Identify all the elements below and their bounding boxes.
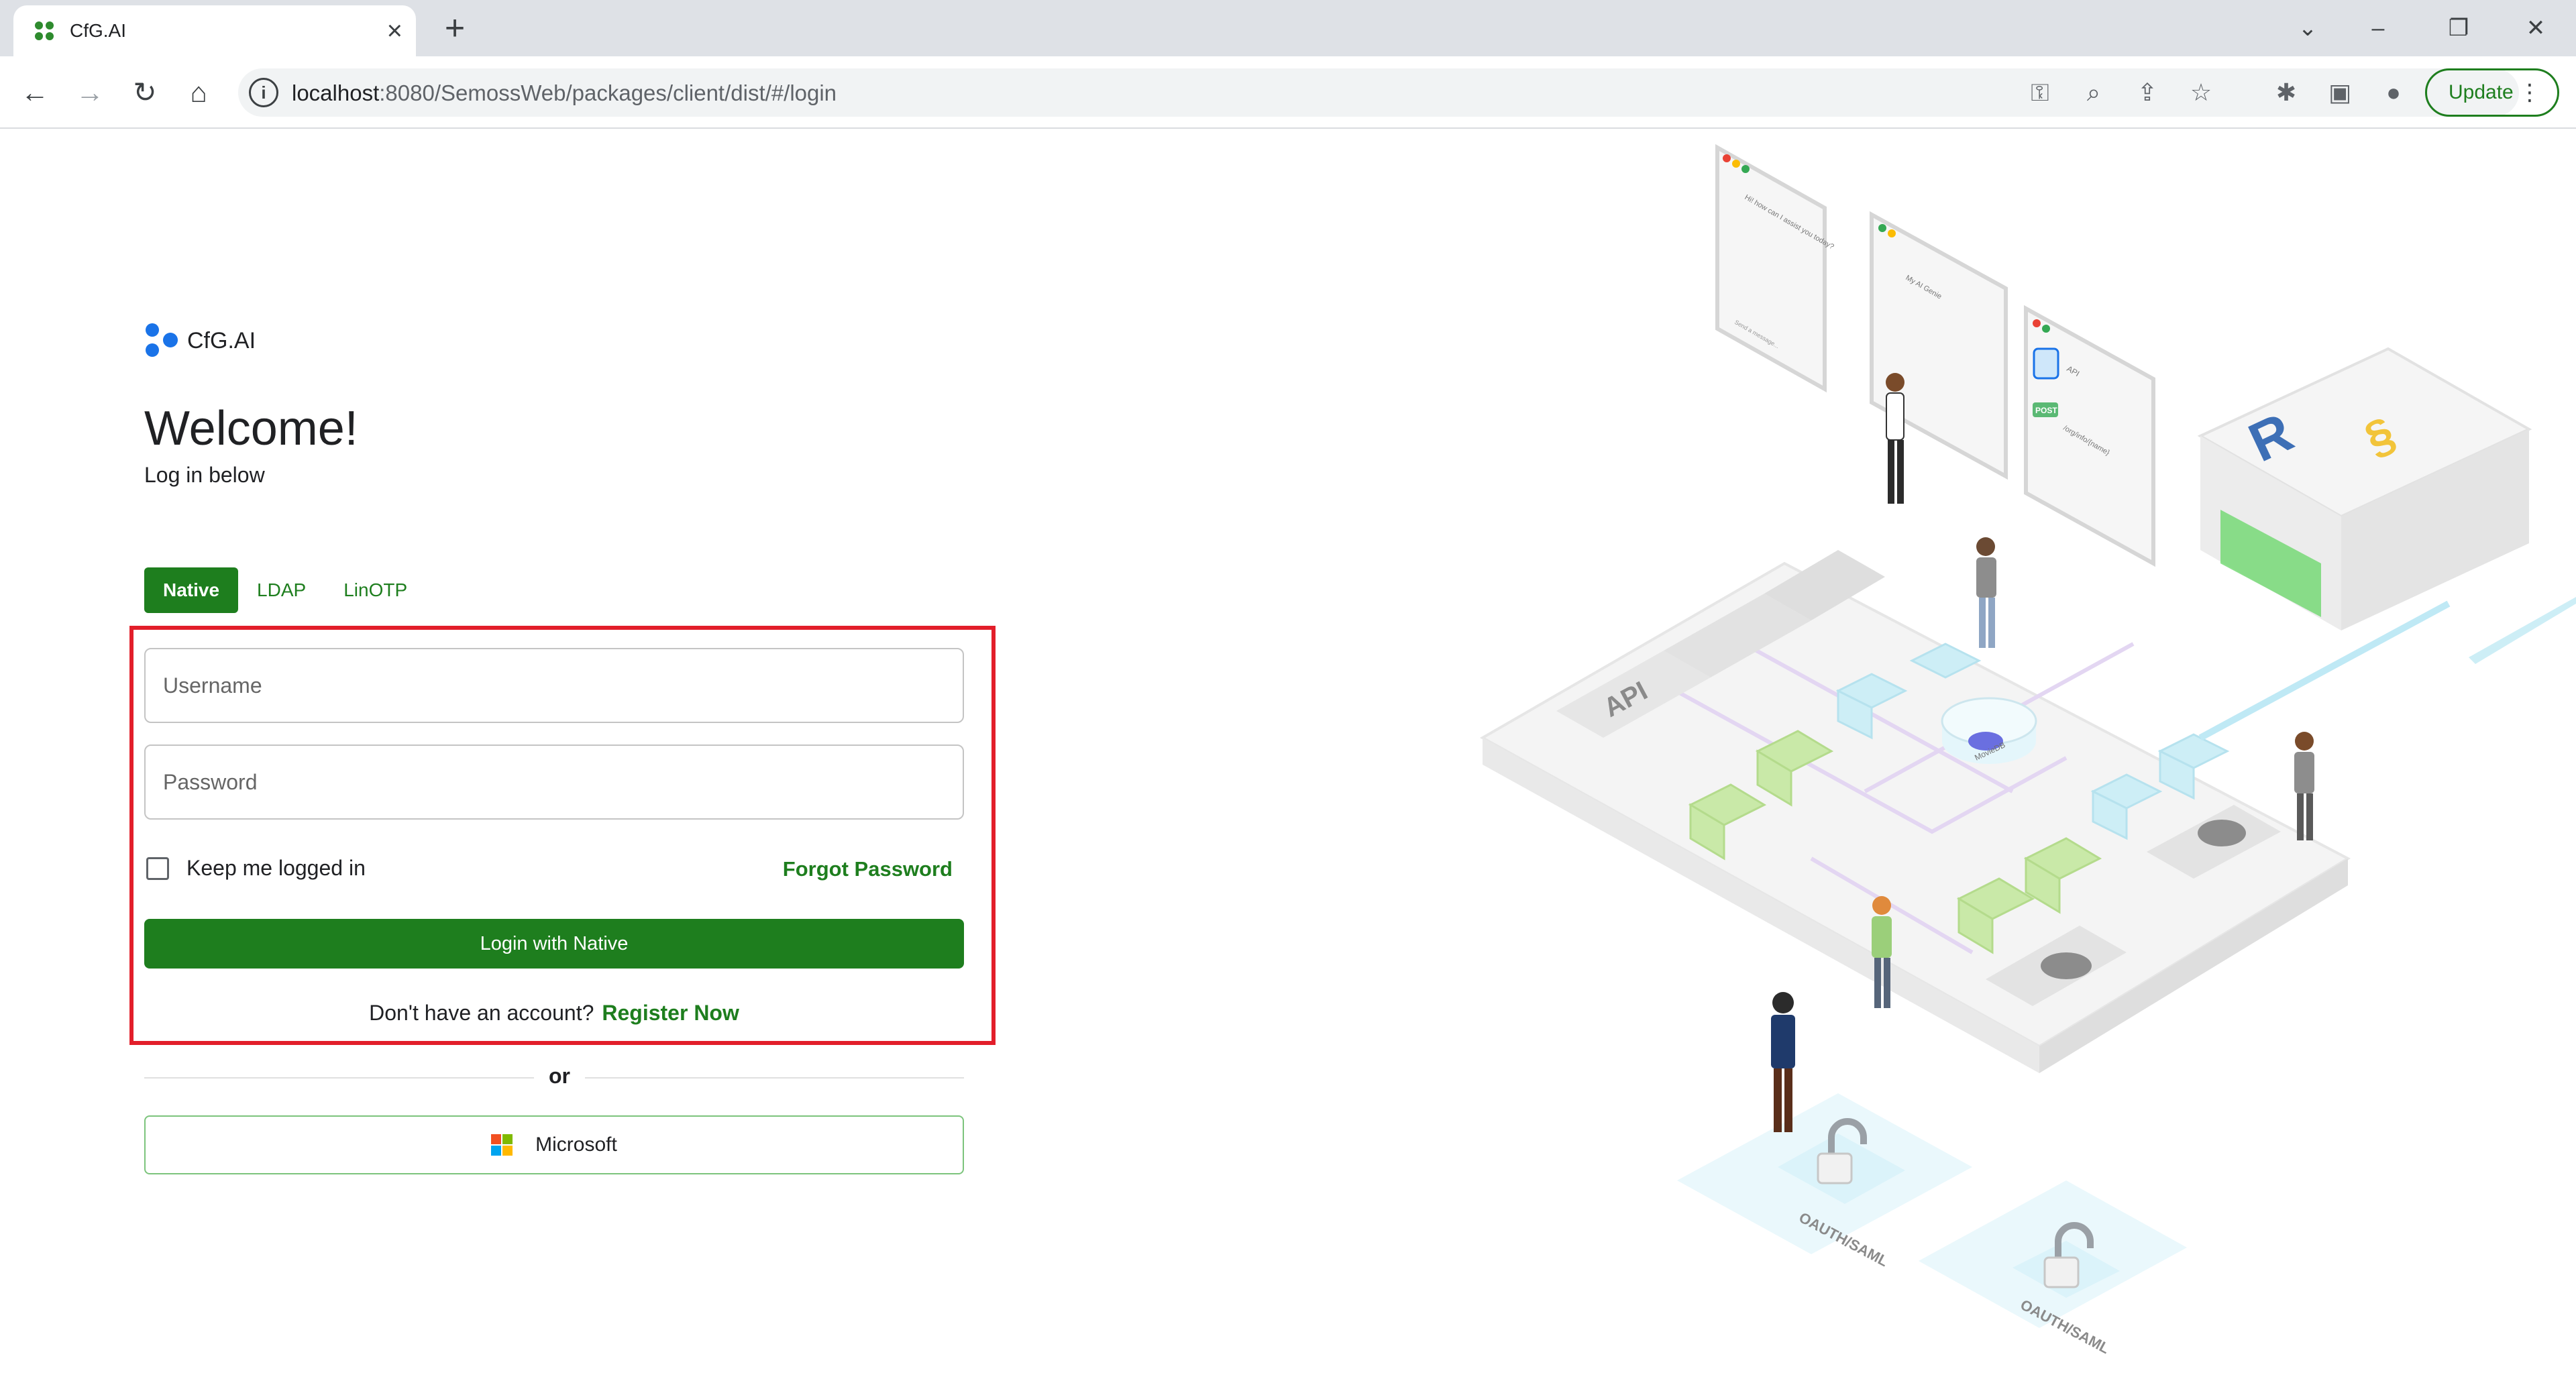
window-close-icon[interactable]: ✕: [2509, 9, 2563, 47]
password-field[interactable]: [144, 744, 964, 820]
browser-tab[interactable]: CfG.AI ×: [13, 5, 416, 56]
back-arrow-icon[interactable]: ←: [15, 72, 55, 113]
update-button[interactable]: Update ⋮: [2425, 68, 2559, 117]
tab-native[interactable]: Native: [144, 567, 239, 613]
api-card: API POST /org/info/{name}: [2024, 305, 2155, 567]
page-title: Welcome!: [144, 402, 358, 455]
microsoft-button-label: Microsoft: [535, 1134, 617, 1156]
r-python-machine: R §: [2197, 347, 2576, 741]
keep-logged-in-label[interactable]: Keep me logged in: [186, 856, 366, 881]
puzzle-icon[interactable]: ✱: [2269, 75, 2304, 110]
password-input[interactable]: [146, 746, 963, 818]
person-figure: [1771, 992, 1795, 1132]
api-badge: POST: [2035, 406, 2057, 415]
username-input[interactable]: [146, 649, 963, 722]
star-icon[interactable]: ☆: [2184, 75, 2218, 110]
side-panel-icon[interactable]: ▣: [2322, 75, 2357, 110]
username-field[interactable]: [144, 648, 964, 723]
forward-arrow-icon[interactable]: →: [70, 72, 110, 113]
key-icon[interactable]: ⚿: [2023, 75, 2057, 110]
chevron-down-icon[interactable]: ⌄: [2281, 9, 2334, 47]
close-icon[interactable]: ×: [387, 17, 402, 44]
reload-icon[interactable]: ↻: [125, 72, 165, 113]
tab-linotp[interactable]: LinOTP: [325, 567, 426, 613]
cfg-logo-icon: [144, 323, 179, 358]
auth-pad-2: OAUTH/SAML: [1919, 1180, 2187, 1357]
database-cylinder: MovieDB: [1941, 697, 2037, 764]
plus-icon[interactable]: +: [436, 9, 474, 47]
home-icon[interactable]: ⌂: [178, 72, 219, 113]
browser-toolbar: ← → ↻ ⌂ i localhost:8080/SemossWeb/packa…: [0, 56, 2576, 129]
tab-title: CfG.AI: [70, 20, 127, 41]
cfg-logo-icon: [35, 21, 54, 40]
register-prompt: Don't have an account? Register Now: [0, 1001, 1108, 1026]
chat-card: Hi! how can I assist you today? Send a m…: [1715, 144, 1835, 393]
isometric-platform-illustration: API MovieDB Hi! how can I assist you tod…: [1479, 144, 2576, 1357]
login-button[interactable]: Login with Native: [144, 919, 964, 969]
or-separator: or: [534, 1064, 585, 1089]
tab-ldap[interactable]: LDAP: [238, 567, 325, 613]
person-figure: [1976, 537, 1996, 648]
brand-logo: CfG.AI: [144, 323, 256, 358]
minimize-icon[interactable]: –: [2351, 9, 2405, 47]
forgot-password-link[interactable]: Forgot Password: [783, 857, 953, 881]
brand-name: CfG.AI: [187, 327, 256, 353]
kebab-menu-icon[interactable]: ⋮: [2518, 70, 2541, 115]
login-method-tabs: Native LDAP LinOTP: [144, 567, 426, 613]
microsoft-login-button[interactable]: Microsoft: [144, 1115, 964, 1174]
address-bar[interactable]: i localhost:8080/SemossWeb/packages/clie…: [238, 68, 2519, 117]
share-icon[interactable]: ⇪: [2130, 75, 2165, 110]
auth-pad-1: OAUTH/SAML: [1677, 1093, 1972, 1270]
zoom-icon[interactable]: ⌕: [2076, 75, 2111, 110]
microsoft-logo-icon: [491, 1134, 513, 1156]
browser-tab-bar: CfG.AI × + ⌄ – ❐ ✕: [0, 0, 2576, 56]
person-figure: [2294, 732, 2314, 840]
page-subtitle: Log in below: [144, 463, 265, 487]
info-icon[interactable]: i: [249, 78, 278, 107]
no-account-text: Don't have an account?: [369, 1001, 594, 1025]
avatar-icon[interactable]: ●: [2376, 75, 2411, 110]
restore-icon[interactable]: ❐: [2432, 9, 2485, 47]
keep-logged-in-checkbox[interactable]: [146, 857, 169, 880]
register-link[interactable]: Register Now: [602, 1001, 739, 1025]
keep-logged-in[interactable]: Keep me logged in: [146, 856, 366, 881]
url-text[interactable]: localhost:8080/SemossWeb/packages/client…: [292, 80, 837, 106]
